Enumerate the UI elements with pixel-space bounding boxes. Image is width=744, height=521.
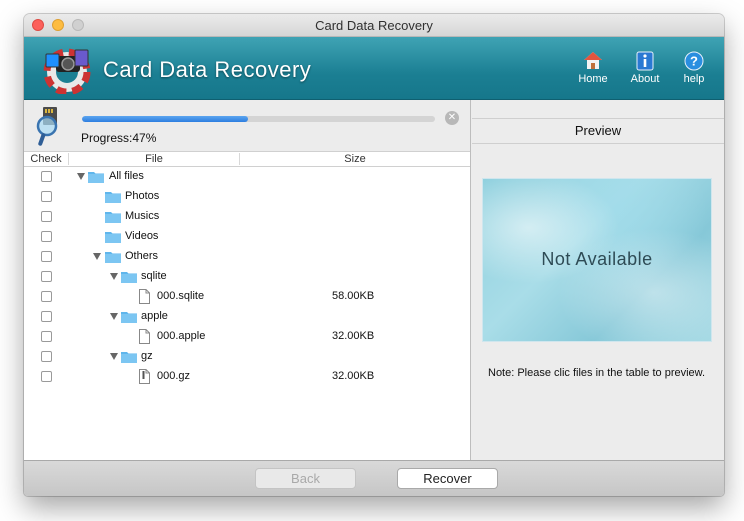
scan-progress-fill xyxy=(82,116,248,122)
folder-icon xyxy=(105,252,121,263)
expand-toggle-icon[interactable] xyxy=(110,353,118,360)
row-name: All files xyxy=(109,170,144,182)
row-name: Others xyxy=(125,250,159,262)
table-row[interactable]: All files xyxy=(24,167,470,187)
help-icon: ? xyxy=(684,51,704,71)
file-table-header: Check File Size xyxy=(24,151,470,167)
folder-icon xyxy=(121,272,137,283)
row-size: 32.00KB xyxy=(332,330,375,342)
table-row[interactable]: Others xyxy=(24,247,470,267)
row-checkbox[interactable] xyxy=(41,351,52,362)
folder-icon xyxy=(105,212,121,223)
folder-icon xyxy=(105,192,121,203)
row-checkbox[interactable] xyxy=(41,371,52,382)
progress-text: Progress:47% xyxy=(81,131,157,145)
row-checkbox[interactable] xyxy=(41,311,52,322)
row-name: 000.sqlite xyxy=(157,290,205,302)
table-row[interactable]: Musics xyxy=(24,207,470,227)
bottom-toolbar: Back Recover xyxy=(24,460,724,496)
app-window: Card Data Recovery Card Data Recovery Ho… xyxy=(24,14,724,496)
row-name: sqlite xyxy=(141,270,167,282)
row-name: gz xyxy=(141,350,153,362)
row-checkbox[interactable] xyxy=(41,231,52,242)
check-column-header[interactable]: Check xyxy=(24,153,69,165)
file-tree-table: All files Photos Musics Videos Others sq… xyxy=(24,167,470,460)
archive-file-icon xyxy=(139,369,150,384)
row-checkbox[interactable] xyxy=(41,251,52,262)
stop-scan-button[interactable]: ✕ xyxy=(445,111,459,125)
row-size: 58.00KB xyxy=(332,290,375,302)
table-row[interactable]: 000.apple 32.00KB xyxy=(24,327,470,347)
row-name: apple xyxy=(141,310,168,322)
expand-toggle-icon[interactable] xyxy=(110,313,118,320)
folder-icon xyxy=(105,232,121,243)
table-row[interactable]: apple xyxy=(24,307,470,327)
row-checkbox[interactable] xyxy=(41,271,52,282)
info-icon xyxy=(636,51,654,71)
preview-panel: Preview Not Available Note: Please clic … xyxy=(472,100,724,460)
title-bar: Card Data Recovery xyxy=(24,14,724,37)
table-row[interactable]: 000.sqlite 58.00KB xyxy=(24,287,470,307)
app-name: Card Data Recovery xyxy=(103,57,312,82)
folder-icon xyxy=(121,352,137,363)
row-size: 32.00KB xyxy=(332,370,375,382)
home-label: Home xyxy=(578,73,608,85)
window-title: Card Data Recovery xyxy=(315,18,433,33)
app-header: Card Data Recovery Home About ? help xyxy=(24,37,724,100)
about-label: About xyxy=(630,73,660,85)
row-checkbox[interactable] xyxy=(41,191,52,202)
file-column-header[interactable]: File xyxy=(69,153,240,165)
file-panel: ✕ Progress:47% Check File Size All files… xyxy=(24,100,471,460)
file-icon xyxy=(139,329,150,344)
table-row[interactable]: Videos xyxy=(24,227,470,247)
scan-card-icon xyxy=(36,107,58,146)
help-button[interactable]: ? help xyxy=(672,51,716,85)
row-name: Musics xyxy=(125,210,160,222)
row-name: 000.gz xyxy=(157,370,191,382)
row-checkbox[interactable] xyxy=(41,171,52,182)
expand-toggle-icon[interactable] xyxy=(110,273,118,280)
folder-icon xyxy=(88,172,104,183)
row-checkbox[interactable] xyxy=(41,211,52,222)
home-button[interactable]: Home xyxy=(571,51,615,85)
expand-toggle-icon[interactable] xyxy=(93,253,101,260)
back-button[interactable]: Back xyxy=(255,468,356,489)
row-checkbox[interactable] xyxy=(41,331,52,342)
row-name: 000.apple xyxy=(157,330,206,342)
svg-text:?: ? xyxy=(690,54,698,69)
help-label: help xyxy=(683,73,705,85)
preview-title: Preview xyxy=(472,118,724,144)
file-icon xyxy=(139,289,150,304)
preview-note: Note: Please clic files in the table to … xyxy=(488,367,706,379)
about-button[interactable]: About xyxy=(623,51,667,85)
home-icon xyxy=(584,52,602,69)
row-name: Videos xyxy=(125,230,159,242)
folder-icon xyxy=(121,312,137,323)
recover-button[interactable]: Recover xyxy=(397,468,498,489)
table-row[interactable]: sqlite xyxy=(24,267,470,287)
app-logo-icon xyxy=(43,48,91,94)
preview-area: Not Available xyxy=(482,178,712,342)
scan-progress-bar xyxy=(82,116,435,122)
preview-placeholder: Not Available xyxy=(541,249,653,269)
table-row[interactable]: Photos xyxy=(24,187,470,207)
table-row[interactable]: gz xyxy=(24,347,470,367)
row-name: Photos xyxy=(125,190,160,202)
table-row[interactable]: 000.gz 32.00KB xyxy=(24,367,470,387)
expand-toggle-icon[interactable] xyxy=(77,173,85,180)
row-checkbox[interactable] xyxy=(41,291,52,302)
size-column-header[interactable]: Size xyxy=(240,153,470,165)
